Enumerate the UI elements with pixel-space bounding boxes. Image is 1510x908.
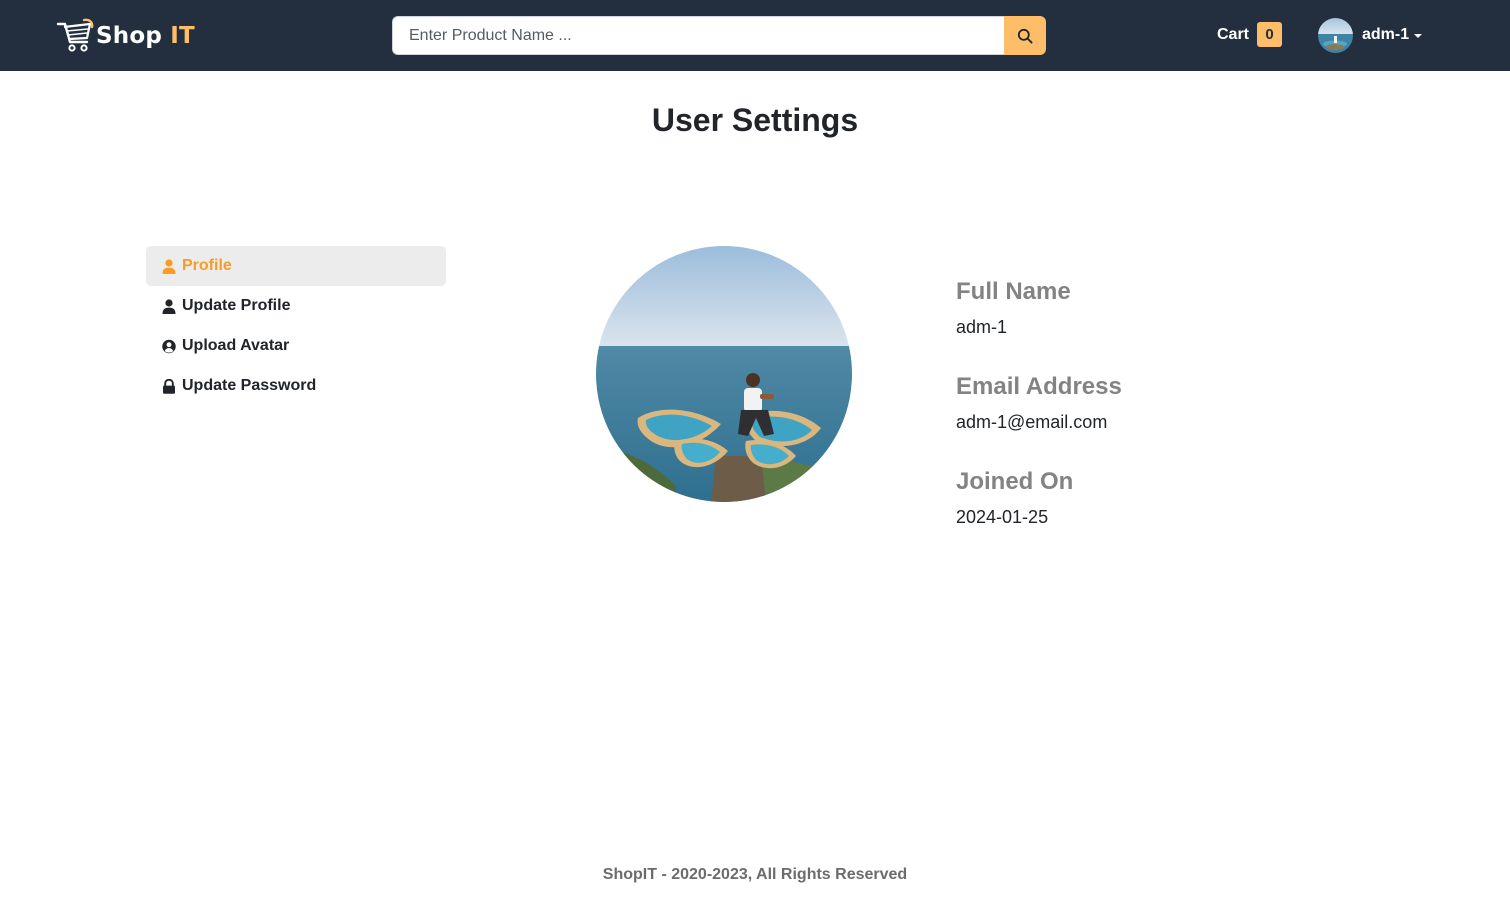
avatar: [1318, 17, 1353, 53]
full-name-value: adm-1: [956, 317, 1008, 337]
caret-down-icon: [1414, 33, 1423, 38]
sidebar-item-label: Upload Avatar: [182, 337, 290, 354]
email-group: Email Address adm-1@email.com: [956, 372, 1122, 467]
sidebar-item-profile[interactable]: Profile: [146, 246, 446, 286]
user-circle-icon: [162, 339, 176, 353]
brand-logo[interactable]: Shop IT: [56, 17, 195, 55]
joined-value: 2024-01-25: [956, 507, 1049, 527]
search-button[interactable]: [1004, 16, 1046, 55]
brand-name-it: IT: [170, 23, 195, 49]
cart-link[interactable]: Cart 0: [1217, 22, 1283, 47]
user-dropdown[interactable]: adm-1: [1318, 17, 1423, 53]
user-name: adm-1: [1362, 26, 1410, 43]
brand-name: Shop IT: [96, 23, 195, 49]
sidebar-item-upload-avatar[interactable]: Upload Avatar: [146, 326, 446, 366]
profile-avatar: [596, 246, 852, 502]
full-name-label: Full Name: [956, 278, 1071, 305]
cart-count-badge: 0: [1257, 22, 1283, 47]
joined-label: Joined On: [956, 468, 1074, 495]
search-bar: [392, 16, 1046, 55]
user-icon: [162, 298, 176, 314]
footer-text: ShopIT - 2020-2023, All Rights Reserved: [602, 866, 908, 883]
sidebar-item-label: Profile: [182, 257, 232, 274]
cart-label: Cart: [1217, 25, 1250, 43]
settings-sidebar: Profile Update Profile Upload Avatar Upd…: [146, 246, 446, 406]
user-icon: [162, 258, 176, 274]
sidebar-item-update-profile[interactable]: Update Profile: [146, 286, 446, 326]
navbar: Shop IT Cart 0 adm-1: [0, 0, 1510, 71]
lock-icon: [163, 378, 175, 394]
profile-info: Full Name adm-1 Email Address adm-1@emai…: [956, 277, 1122, 562]
search-input[interactable]: [392, 16, 1004, 55]
sidebar-item-update-password[interactable]: Update Password: [146, 366, 446, 406]
email-label: Email Address: [956, 373, 1122, 400]
search-icon: [1017, 28, 1033, 44]
cart-logo-icon: [56, 18, 94, 52]
email-value: adm-1@email.com: [956, 412, 1108, 432]
brand-name-shop: Shop: [96, 23, 163, 49]
joined-group: Joined On 2024-01-25: [956, 467, 1122, 562]
sidebar-item-label: Update Profile: [182, 297, 291, 314]
page-title: User Settings: [651, 102, 859, 138]
full-name-group: Full Name adm-1: [956, 277, 1122, 372]
sidebar-item-label: Update Password: [182, 377, 317, 394]
